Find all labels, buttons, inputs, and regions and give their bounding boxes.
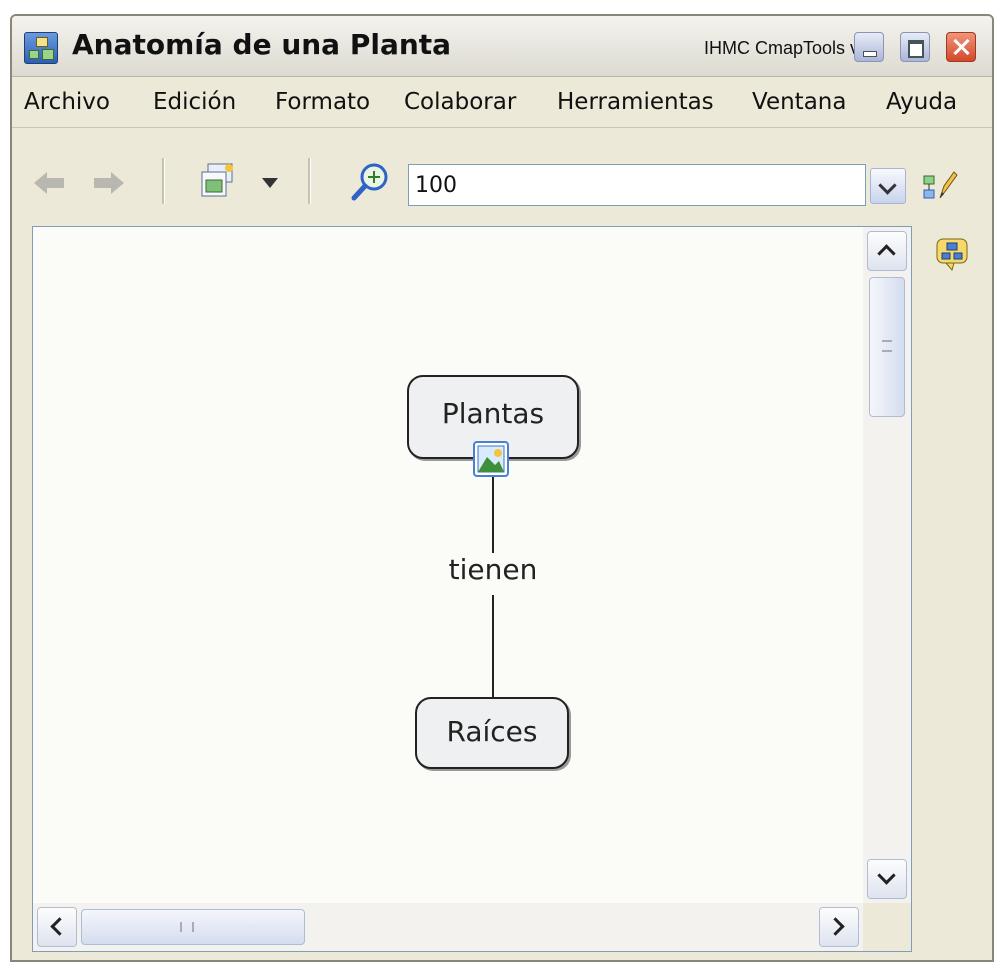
- menu-colaborar[interactable]: Colaborar: [404, 89, 516, 115]
- menu-bar: Archivo Edición Formato Colaborar Herram…: [12, 77, 992, 128]
- menu-edicion[interactable]: Edición: [153, 89, 236, 115]
- zoom-icon[interactable]: [350, 162, 390, 202]
- app-window: Anatomía de una Planta IHMC CmapTools v4…: [10, 14, 994, 962]
- maximize-button[interactable]: [900, 32, 930, 62]
- cmap-views-icon[interactable]: [934, 236, 970, 272]
- link-line-lower: [492, 595, 494, 697]
- close-button[interactable]: [946, 32, 976, 62]
- concept-map-canvas[interactable]: Plantas tienen Raíces: [33, 227, 863, 903]
- title-bar[interactable]: Anatomía de una Planta IHMC CmapTools v4: [12, 16, 992, 77]
- linking-phrase[interactable]: tienen: [435, 553, 551, 586]
- image-resource-icon[interactable]: [473, 441, 509, 477]
- minimize-button[interactable]: [854, 32, 884, 62]
- zoom-level-field[interactable]: 100: [408, 164, 866, 206]
- scroll-down-button[interactable]: [867, 859, 907, 899]
- cmap-app-icon[interactable]: [24, 32, 58, 64]
- back-arrow-icon[interactable]: [32, 170, 66, 196]
- app-name-label: IHMC CmapTools v4: [704, 38, 870, 58]
- menu-ayuda[interactable]: Ayuda: [886, 89, 957, 115]
- vertical-scrollbar[interactable]: [863, 227, 911, 903]
- horizontal-scroll-thumb[interactable]: [81, 909, 305, 945]
- toolbar-separator: [162, 158, 165, 204]
- window-title: Anatomía de una Planta: [72, 28, 452, 61]
- map-canvas-frame: Plantas tienen Raíces: [32, 226, 912, 952]
- toolbar-separator: [308, 158, 311, 204]
- concept-node-raices[interactable]: Raíces: [415, 697, 569, 769]
- edit-map-icon[interactable]: [922, 168, 958, 204]
- scroll-up-button[interactable]: [867, 231, 907, 271]
- view-mode-icon[interactable]: [200, 162, 236, 202]
- horizontal-scrollbar[interactable]: [33, 903, 863, 951]
- link-line-upper: [492, 477, 494, 553]
- scroll-left-button[interactable]: [37, 907, 77, 947]
- menu-archivo[interactable]: Archivo: [24, 89, 110, 115]
- menu-herramientas[interactable]: Herramientas: [557, 89, 714, 115]
- toolbar: 100: [12, 128, 992, 228]
- vertical-scroll-thumb[interactable]: [869, 277, 905, 417]
- scroll-corner: [863, 903, 911, 951]
- forward-arrow-icon[interactable]: [92, 170, 126, 196]
- scroll-right-button[interactable]: [819, 907, 859, 947]
- menu-formato[interactable]: Formato: [275, 89, 370, 115]
- menu-ventana[interactable]: Ventana: [752, 89, 846, 115]
- view-mode-dropdown-caret[interactable]: [262, 178, 278, 188]
- zoom-dropdown-button[interactable]: [870, 168, 906, 204]
